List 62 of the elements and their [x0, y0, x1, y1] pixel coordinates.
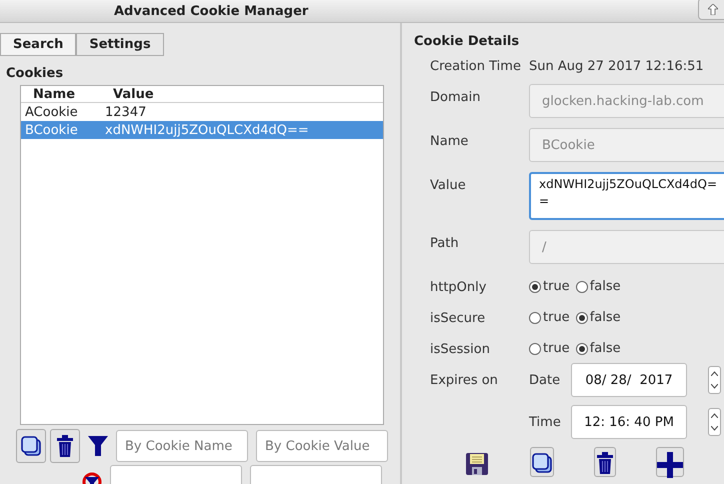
value-field[interactable]: xdNWHI2ujj5ZOuQLCXd4dQ= = [529, 172, 724, 220]
radio-label: true [543, 279, 570, 294]
filter-field[interactable]: By Cookie Name [116, 430, 248, 462]
field-label: Time [529, 414, 562, 430]
radio-button[interactable] [576, 312, 588, 324]
table-cell-text: BCookie [24, 122, 79, 138]
radio-option[interactable]: true [529, 279, 570, 294]
date-field[interactable]: 08/ 28/ 2017 [571, 363, 687, 397]
delete-button[interactable] [50, 429, 80, 463]
copy-icon [20, 435, 42, 457]
section-heading: Cookie Details [414, 34, 520, 49]
add-icon [657, 452, 683, 478]
filter-field[interactable]: By Cookie Value [256, 430, 388, 462]
radio-option[interactable]: true [529, 341, 570, 356]
spinner[interactable] [708, 408, 721, 436]
radio-button[interactable] [529, 280, 541, 292]
creation-time: Sun Aug 27 2017 12:16:51 [529, 59, 705, 74]
field-label: Value [430, 178, 467, 193]
radio-label: true [543, 310, 570, 325]
radio-button[interactable] [529, 312, 541, 324]
field-label: Creation Time [430, 59, 522, 74]
up-arrow-icon [708, 4, 718, 14]
copy-icon [531, 452, 553, 474]
scroll-top-button[interactable] [698, 0, 724, 20]
radio-button[interactable] [529, 342, 541, 354]
table-cell-text: ACookie [24, 104, 79, 120]
table-row[interactable]: ACookie 12347 [21, 103, 383, 121]
field-label: isSession [430, 342, 491, 357]
tab[interactable]: Search [0, 33, 76, 55]
add-button[interactable] [656, 447, 684, 477]
spinner[interactable] [708, 366, 721, 394]
column-header[interactable]: Value [101, 86, 383, 102]
column-header[interactable]: Name [21, 86, 101, 102]
radio-label: true [543, 341, 570, 356]
field-label: Date [529, 372, 562, 388]
radio-label: false [590, 279, 621, 294]
radio-option[interactable]: false [576, 341, 621, 356]
radio-label: false [590, 310, 621, 325]
filter-icon [88, 435, 108, 457]
field-label: Expires on [430, 373, 499, 388]
copy-button[interactable] [16, 429, 46, 463]
copy-button[interactable] [530, 447, 554, 477]
field-label: Domain [430, 90, 482, 105]
table-cell-text: xdNWHI2ujj5ZOuQLCXd4dQ== [104, 122, 310, 138]
radio-button[interactable] [576, 342, 588, 354]
field-label: httpOnly [430, 280, 488, 295]
window-title: Advanced Cookie Manager [114, 4, 308, 18]
delete-button[interactable] [594, 447, 616, 477]
tab[interactable]: Settings [76, 33, 164, 55]
table-cell-text: 12347 [104, 104, 148, 120]
radio-label: false [590, 341, 621, 356]
field-label: isSecure [430, 311, 486, 326]
trash-icon [597, 452, 613, 474]
section-heading: Cookies [6, 66, 64, 81]
time-field[interactable]: 12: 16: 40 PM [571, 405, 687, 439]
radio-option[interactable]: false [576, 310, 621, 325]
trash-icon [57, 435, 73, 457]
field-label: Path [430, 236, 460, 251]
radio-option[interactable]: false [576, 279, 621, 294]
radio-button[interactable] [576, 280, 588, 292]
field-label: Name [430, 134, 470, 149]
radio-option[interactable]: true [529, 310, 570, 325]
